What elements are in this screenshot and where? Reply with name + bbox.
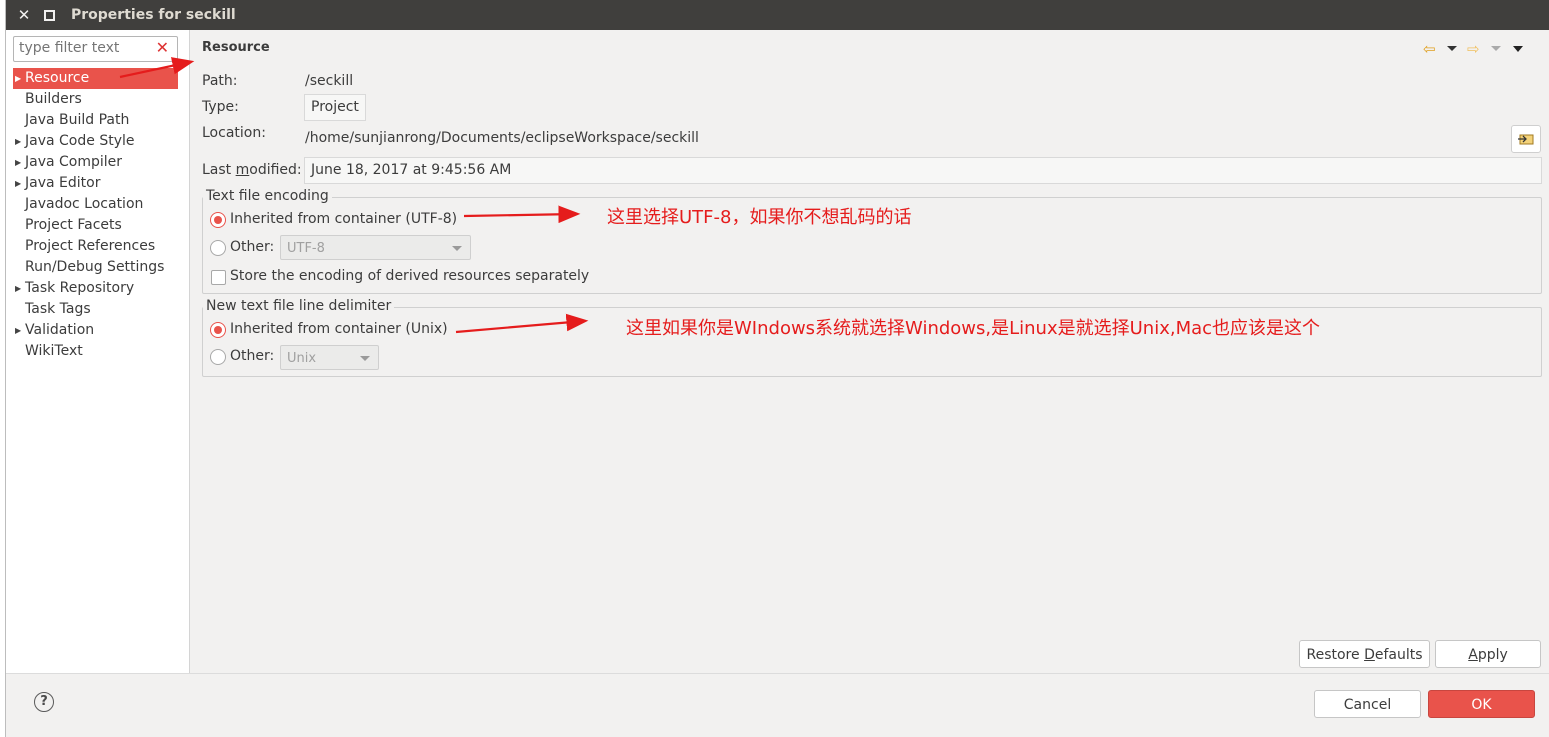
cancel-button[interactable]: Cancel [1314,690,1421,718]
arrow-to-delimiter [455,313,589,334]
arrow-to-resource [119,57,195,79]
ok-button[interactable]: OK [1428,690,1535,718]
properties-dialog: ✕ Properties for seckill ✕ ▶ Resource Bu… [5,0,1549,737]
restore-defaults-button[interactable]: Restore Defaults [1299,640,1430,668]
annotation-arrows [119,57,589,334]
apply-button[interactable]: Apply [1435,640,1541,668]
help-icon[interactable]: ? [34,692,54,712]
arrow-to-encoding [463,205,581,224]
separator [6,673,1549,674]
